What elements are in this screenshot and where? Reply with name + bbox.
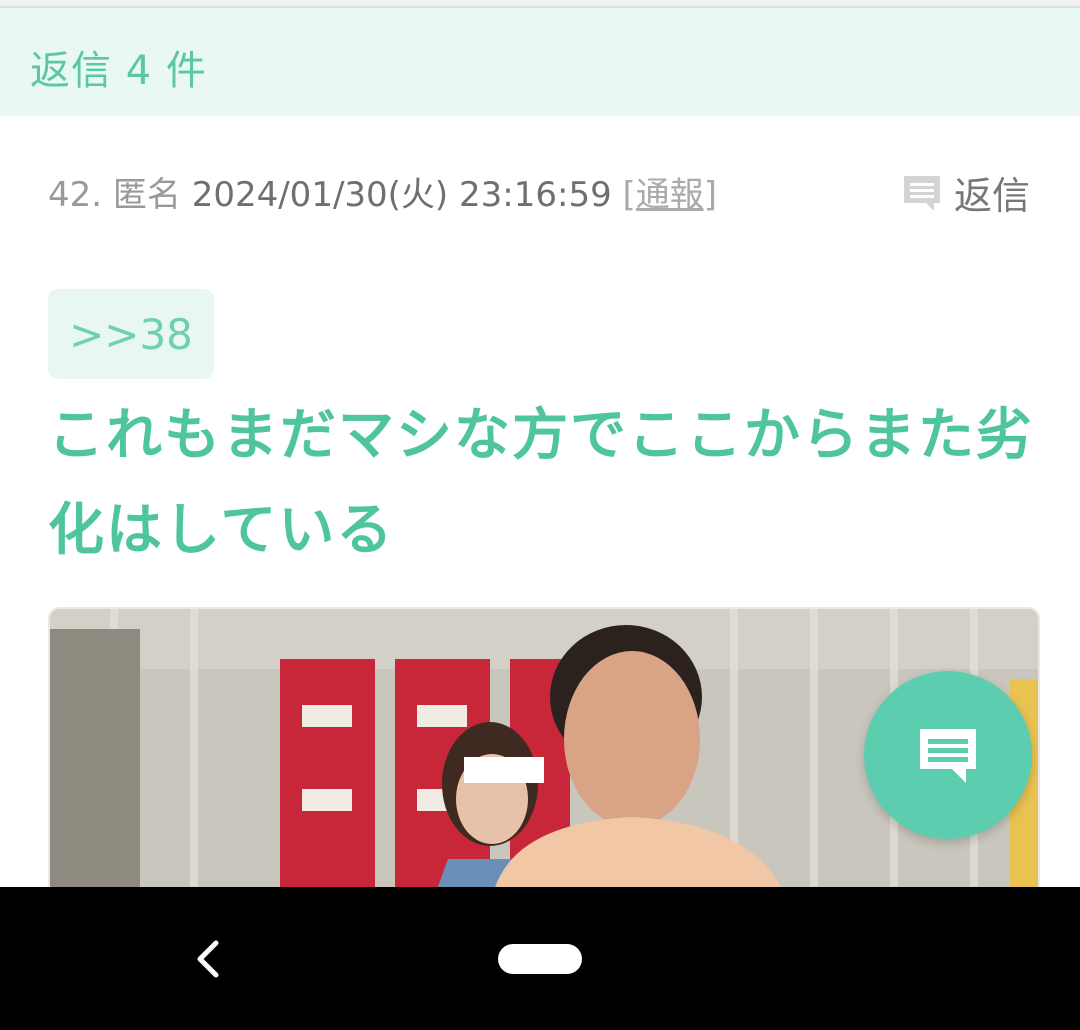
quote-anchor[interactable]: >>38 [48,289,214,379]
reply-count-label: 返信 4 件 [30,48,207,94]
comment-icon [920,729,976,783]
post-body: これもまだマシな方でここからまた劣化はしている [48,403,1034,563]
reply-count-header: 返信 4 件 [0,8,1080,116]
chevron-left-icon[interactable] [188,937,228,981]
reply-button-label: 返信 [953,174,1030,218]
write-reply-fab[interactable] [864,671,1032,839]
home-pill-button[interactable] [498,944,582,974]
report-link[interactable]: [通報] [623,175,718,215]
top-divider [0,0,1080,8]
post-author: 匿名 [112,175,181,215]
comment-icon [903,175,940,211]
reply-button[interactable]: 返信 [902,165,1030,220]
post-meta: 42. 匿名 2024/01/30(火) 23:16:59 [通報] [48,167,717,216]
post-number: 42. [48,175,103,215]
system-nav-bar [0,887,1080,1030]
quote-anchor-label: >>38 [69,309,193,359]
post-date: 2024/01/30(火) 23:16:59 [191,175,612,215]
